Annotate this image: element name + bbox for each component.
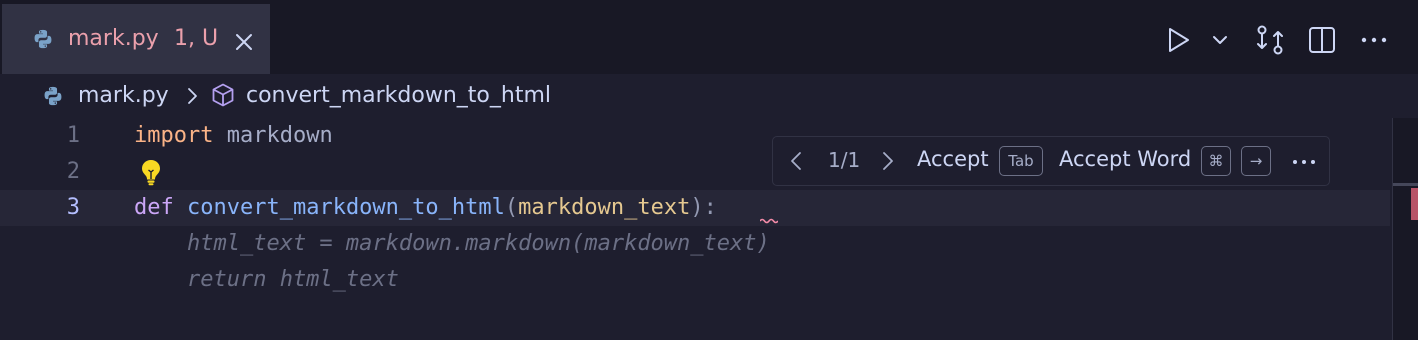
play-icon[interactable] bbox=[1160, 22, 1196, 58]
close-icon[interactable] bbox=[234, 32, 254, 52]
tab-mark-py[interactable]: mark.py 1, U bbox=[2, 4, 270, 74]
code-line-current[interactable]: 3 def convert_markdown_to_html(markdown_… bbox=[0, 190, 1390, 226]
tab-problem-status: 1, U bbox=[174, 26, 219, 51]
keyword-def: def bbox=[134, 195, 174, 220]
cmd-keybinding: ⌘ bbox=[1201, 146, 1231, 176]
function-name: convert_markdown_to_html bbox=[187, 195, 505, 220]
ghost-line: return html_text bbox=[0, 262, 1390, 298]
error-marker bbox=[1411, 188, 1418, 220]
method-cube-icon bbox=[212, 83, 234, 107]
lightbulb-icon[interactable] bbox=[138, 158, 164, 186]
more-actions-icon[interactable] bbox=[1356, 22, 1392, 58]
tab-bar: mark.py 1, U bbox=[0, 0, 1418, 74]
previous-suggestion-icon[interactable] bbox=[789, 150, 803, 172]
overview-ruler[interactable] bbox=[1392, 118, 1418, 340]
python-icon bbox=[34, 29, 52, 49]
breadcrumb: mark.py convert_markdown_to_html bbox=[0, 74, 1418, 118]
breadcrumb-symbol[interactable]: convert_markdown_to_html bbox=[246, 83, 551, 108]
chevron-down-icon[interactable] bbox=[1208, 22, 1232, 58]
cursor-marker bbox=[1393, 183, 1418, 186]
colon: : bbox=[703, 195, 717, 220]
paren-close: ) bbox=[690, 195, 704, 220]
line-number: 3 bbox=[66, 195, 80, 220]
ghost-line: html_text = markdown.markdown(markdown_t… bbox=[0, 226, 1390, 262]
suggestion-count: 1/1 bbox=[828, 148, 861, 172]
paren-open: ( bbox=[504, 195, 519, 220]
keyword-import: import bbox=[134, 123, 214, 148]
split-editor-icon[interactable] bbox=[1304, 22, 1340, 58]
inline-suggestion-toolbar: 1/1 Accept Tab Accept Word ⌘ → bbox=[772, 136, 1330, 186]
parameter-name: markdown_text bbox=[518, 195, 691, 220]
code-text: import markdown bbox=[134, 118, 333, 154]
accept-button[interactable]: Accept bbox=[917, 147, 989, 171]
editor-window: mark.py 1, U mark.py convert_markdown_to… bbox=[0, 0, 1418, 340]
more-actions-icon[interactable] bbox=[1291, 153, 1317, 171]
ghost-suggestion-text: return html_text bbox=[134, 267, 399, 292]
line-number: 2 bbox=[66, 159, 80, 184]
breadcrumb-file[interactable]: mark.py bbox=[78, 83, 169, 108]
error-squiggle bbox=[760, 218, 778, 224]
code-text: def convert_markdown_to_html(markdown_te… bbox=[134, 190, 717, 226]
ghost-suggestion-text: html_text = markdown.markdown(markdown_t… bbox=[134, 231, 770, 256]
tab-file-name: mark.py bbox=[68, 26, 159, 51]
accept-word-button[interactable]: Accept Word bbox=[1059, 147, 1191, 171]
module-name: markdown bbox=[226, 123, 333, 148]
line-number: 1 bbox=[66, 123, 80, 148]
chevron-right-icon bbox=[188, 88, 197, 104]
next-suggestion-icon[interactable] bbox=[881, 150, 895, 172]
compare-changes-icon[interactable] bbox=[1252, 22, 1288, 58]
arrow-keybinding: → bbox=[1241, 146, 1271, 176]
python-icon bbox=[44, 86, 62, 106]
tab-keybinding: Tab bbox=[999, 146, 1043, 176]
